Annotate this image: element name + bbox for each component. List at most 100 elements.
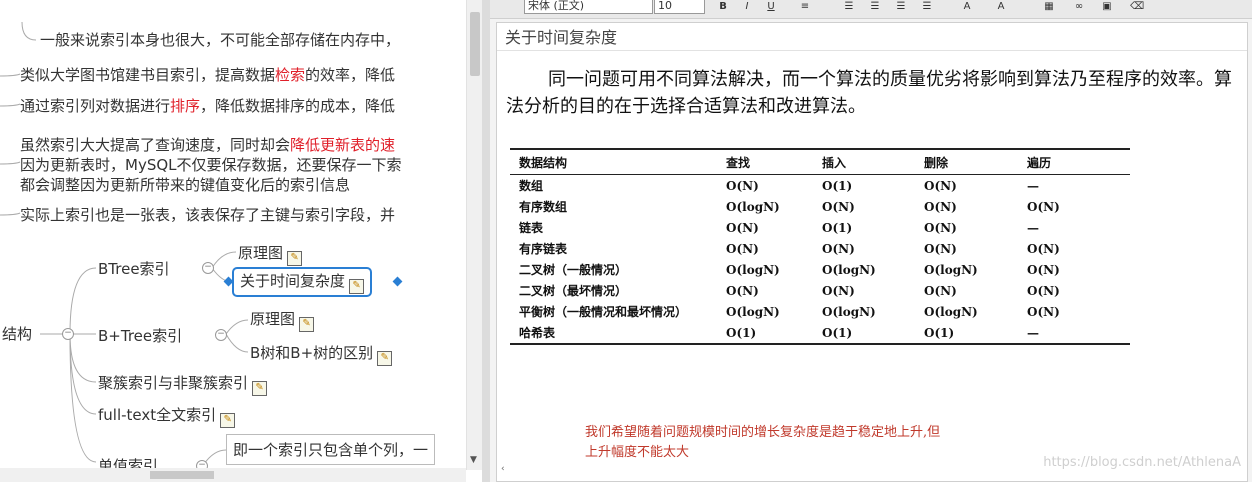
horizontal-scrollbar[interactable]	[0, 468, 466, 482]
note-title: 关于时间复杂度	[497, 23, 1247, 51]
note-icon[interactable]: ✎	[377, 351, 393, 366]
text-color-icon[interactable]: A	[960, 1, 974, 13]
note-icon[interactable]: ✎	[287, 251, 303, 266]
scroll-down-arrow[interactable]: ▼	[470, 455, 477, 465]
list-icon[interactable]: ☰	[842, 1, 856, 13]
tree-fulltext[interactable]: full-text全文索引 ✎	[98, 404, 236, 428]
image-icon[interactable]: ▣	[1100, 1, 1114, 13]
table-cell: O(1)	[822, 220, 853, 235]
table-cell: 二叉树（最坏情况）	[519, 284, 628, 298]
indent-icon[interactable]: ☰	[894, 1, 908, 13]
vertical-scroll-thumb[interactable]	[470, 12, 480, 76]
note-icon[interactable]: ✎	[252, 381, 268, 396]
font-size-select[interactable]: 10	[654, 0, 705, 14]
red-annotation-line-1: 我们希望随着问题规模时间的增长复杂度是趋于稳定地上升,但	[585, 425, 941, 440]
table-cell: O(N)	[726, 241, 759, 256]
table-cell: O(logN)	[726, 199, 780, 214]
pane-splitter[interactable]	[482, 0, 490, 482]
table-header-cell: 查找	[726, 148, 822, 175]
tree-single-note[interactable]: 即一个索引只包含单个列，一	[226, 434, 436, 465]
table-cell: O(N)	[726, 283, 759, 298]
mindmap-line-2[interactable]: 类似大学图书馆建书目索引，提高数据检索的效率，降低	[20, 64, 395, 85]
table-cell: O(1)	[726, 322, 822, 345]
table-cell: O(logN)	[726, 262, 780, 277]
table-icon[interactable]: ▦	[1042, 1, 1056, 13]
table-cell: O(N)	[822, 199, 855, 214]
table-cell: O(1)	[822, 178, 853, 193]
table-cell: —	[1027, 178, 1039, 193]
mindmap-line-4[interactable]: 虽然索引大大提高了查询速度，同时却会降低更新表的速	[20, 134, 395, 155]
table-cell: O(N)	[1027, 304, 1060, 319]
table-row: 链表 O(N) O(1) O(N) —	[510, 217, 1130, 238]
note-icon[interactable]: ✎	[349, 279, 365, 294]
format-toolbar: 宋体 (正文) 10 B I U ≡ ☰ ☰ ☰ ☰ A A ▦ ∞ ▣ ⌫	[490, 0, 1252, 19]
mindmap-line-7[interactable]: 实际上索引也是一张表，该表保存了主键与索引字段，并	[20, 204, 395, 225]
outdent-icon[interactable]: ☰	[920, 1, 934, 13]
tree-btree-child-1[interactable]: 原理图 ✎	[238, 242, 303, 266]
table-row: 平衡树（一般情况和最坏情况） O(logN) O(logN) O(logN) O…	[510, 301, 1130, 322]
table-header-cell: 数据结构	[510, 148, 726, 175]
table-cell: O(1)	[924, 322, 1027, 345]
align-left-icon[interactable]: ≡	[798, 1, 812, 13]
note-paragraph: 同一问题可用不同算法解决，而一个算法的质量优劣将影响到算法乃至程序的效率。算法分…	[506, 69, 1232, 117]
underline-button[interactable]: U	[764, 1, 778, 13]
table-row: 有序链表 O(N) O(N) O(N) O(N)	[510, 238, 1130, 259]
tree-root[interactable]: 结构	[2, 323, 32, 344]
table-cell: 有序链表	[519, 242, 568, 256]
table-cell: O(logN)	[924, 304, 978, 319]
table-cell: O(N)	[1027, 283, 1060, 298]
bold-button[interactable]: B	[716, 1, 730, 13]
table-header-cell: 插入	[822, 148, 924, 175]
link-icon[interactable]: ∞	[1072, 1, 1086, 13]
table-cell: 平衡树（一般情况和最坏情况）	[519, 305, 688, 319]
highlight-color-icon[interactable]: A	[994, 1, 1008, 13]
collapse-root[interactable]: −	[62, 328, 74, 340]
mindmap-line-3[interactable]: 通过索引列对数据进行排序，降低数据排序的成本，降低	[20, 95, 395, 116]
tree-bplus-child-1[interactable]: 原理图 ✎	[250, 308, 315, 332]
tree-clustered[interactable]: 聚簇索引与非聚簇索引 ✎	[98, 372, 268, 396]
table-header-row: 数据结构 查找 插入 删除 遍历	[510, 148, 1130, 175]
table-cell: 链表	[519, 221, 544, 235]
mindmap-line-1[interactable]: 一般来说索引本身也很大，不可能全部存储在内存中，	[40, 29, 400, 50]
table-cell: O(N)	[726, 178, 759, 193]
note-editor[interactable]: 关于时间复杂度 同一问题可用不同算法解决，而一个算法的质量优劣将影响到算法乃至程…	[496, 22, 1248, 482]
tree-bplus-child-2[interactable]: B树和B+树的区别 ✎	[250, 342, 393, 366]
red-annotation-line-2: 上升幅度不能太大	[585, 445, 690, 460]
table-cell: 有序数组	[519, 200, 568, 214]
complexity-table: 数据结构 查找 插入 删除 遍历 数组 O(N) O(1) O(N) — 有序数…	[510, 148, 1130, 345]
table-cell: O(N)	[1027, 262, 1060, 277]
italic-button[interactable]: I	[740, 1, 754, 13]
note-icon[interactable]: ✎	[299, 317, 315, 332]
font-family-select[interactable]: 宋体 (正文)	[524, 0, 653, 14]
table-cell: O(1)	[822, 322, 924, 345]
table-cell: O(N)	[924, 199, 957, 214]
mindmap-panel[interactable]: 一般来说索引本身也很大，不可能全部存储在内存中， 类似大学图书馆建书目索引，提高…	[0, 0, 466, 482]
table-cell: O(logN)	[726, 304, 780, 319]
table-row: 哈希表 O(1) O(1) O(1) —	[510, 322, 1130, 345]
table-cell: O(N)	[1027, 241, 1060, 256]
watermark: https://blog.csdn.net/AthlenaA	[1043, 455, 1241, 470]
editor-hscroll-left-arrow[interactable]: ‹	[501, 464, 505, 474]
tree-btree-child-2-selected[interactable]: 关于时间复杂度 ✎	[232, 267, 373, 297]
collapse-btree[interactable]: −	[202, 262, 214, 274]
table-cell: O(logN)	[924, 262, 978, 277]
note-icon[interactable]: ✎	[220, 413, 236, 428]
collapse-bplus[interactable]: −	[215, 329, 227, 341]
horizontal-scroll-thumb[interactable]	[150, 471, 214, 479]
table-cell: O(N)	[924, 283, 957, 298]
mindmap-line-6: 都会调整因为更新所带来的键值变化后的索引信息	[20, 176, 351, 194]
table-cell: —	[1027, 322, 1130, 345]
clear-icon[interactable]: ⌫	[1130, 1, 1144, 13]
table-cell: 二叉树（一般情况）	[519, 263, 628, 277]
table-cell: 哈希表	[510, 322, 726, 345]
tree-bplus[interactable]: B+Tree索引	[98, 325, 182, 346]
table-row: 有序数组 O(logN) O(N) O(N) O(N)	[510, 196, 1130, 217]
vertical-scrollbar[interactable]: ▼	[466, 0, 483, 470]
tree-btree[interactable]: BTree索引	[98, 258, 170, 279]
table-cell: —	[1027, 220, 1039, 235]
table-row: 二叉树（一般情况） O(logN) O(logN) O(logN) O(N)	[510, 259, 1130, 280]
table-row: 数组 O(N) O(1) O(N) —	[510, 175, 1130, 197]
mindmap-line-5: 因为更新表时，MySQL不仅要保存数据，还要保存一下索	[20, 156, 402, 174]
table-cell: O(N)	[822, 283, 855, 298]
list-numbered-icon[interactable]: ☰	[868, 1, 882, 13]
